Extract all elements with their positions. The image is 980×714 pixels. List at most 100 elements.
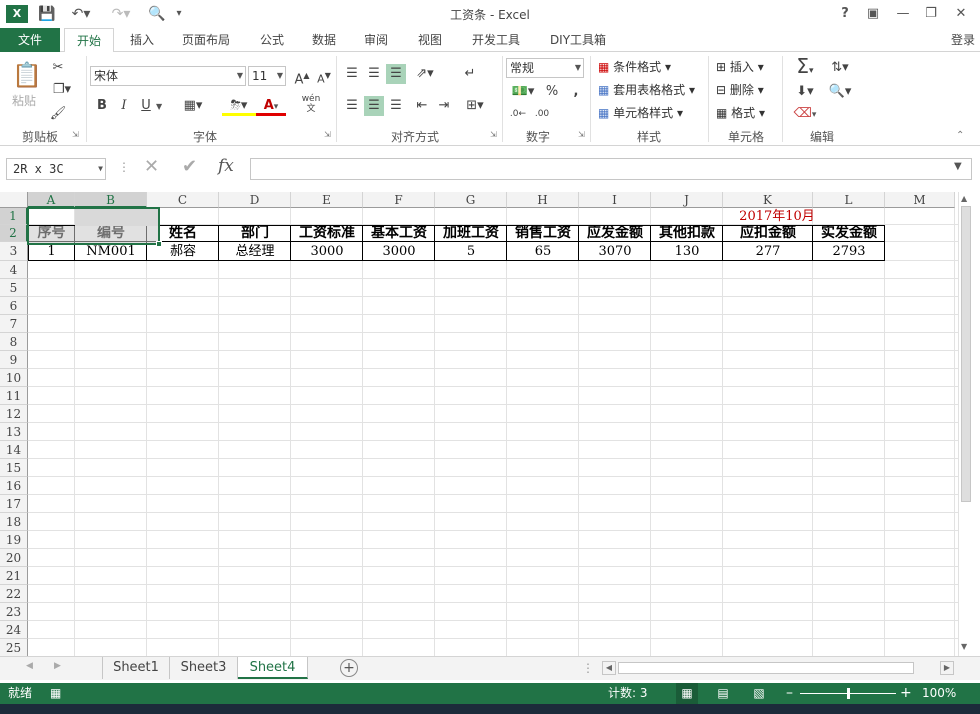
scroll-left-icon[interactable]: ◀ xyxy=(602,661,616,675)
find-select-icon[interactable]: 🔍▾ xyxy=(826,82,854,102)
cut-icon[interactable]: ✂ xyxy=(48,58,68,78)
clipboard-launcher-icon[interactable]: ⇲ xyxy=(72,130,79,139)
data-cell[interactable]: 3070 xyxy=(579,242,651,261)
bold-button[interactable]: B xyxy=(92,96,112,116)
macro-recording-icon[interactable]: ▦ xyxy=(50,683,61,704)
row-header-5[interactable]: 5 xyxy=(0,279,28,297)
align-middle-icon[interactable]: ☰ xyxy=(364,64,384,84)
column-header-g[interactable]: G xyxy=(435,192,507,208)
copy-icon[interactable]: ❐▾ xyxy=(48,80,76,100)
column-header-f[interactable]: F xyxy=(363,192,435,208)
data-cell[interactable]: 277 xyxy=(723,242,813,261)
row-header-3[interactable]: 3 xyxy=(0,242,28,261)
font-launcher-icon[interactable]: ⇲ xyxy=(324,130,331,139)
row-header-20[interactable]: 20 xyxy=(0,549,28,567)
fill-color-icon[interactable]: ⛈▾ xyxy=(222,96,256,116)
column-header-c[interactable]: C xyxy=(147,192,219,208)
cell-styles-button[interactable]: ▦ 单元格样式 ▾ xyxy=(598,104,683,122)
tab-file[interactable]: 文件 xyxy=(0,28,60,52)
row-header-10[interactable]: 10 xyxy=(0,369,28,387)
font-color-icon[interactable]: A▾ xyxy=(256,96,286,116)
column-header-b[interactable]: B xyxy=(75,192,147,208)
formula-input[interactable] xyxy=(250,158,972,180)
column-header-l[interactable]: L xyxy=(813,192,885,208)
scroll-right-icon[interactable]: ▶ xyxy=(940,661,954,675)
row-header-1[interactable]: 1 xyxy=(0,208,28,225)
merge-center-icon[interactable]: ⊞▾ xyxy=(460,96,490,116)
row-header-18[interactable]: 18 xyxy=(0,513,28,531)
tab-formulas[interactable]: 公式 xyxy=(252,28,292,52)
row-header-19[interactable]: 19 xyxy=(0,531,28,549)
borders-icon[interactable]: ▦▾ xyxy=(178,96,208,116)
tab-developer[interactable]: 开发工具 xyxy=(464,28,528,52)
column-header-d[interactable]: D xyxy=(219,192,291,208)
next-sheet-icon[interactable]: ▶ xyxy=(54,661,61,671)
row-header-23[interactable]: 23 xyxy=(0,603,28,621)
column-header-e[interactable]: E xyxy=(291,192,363,208)
row-header-21[interactable]: 21 xyxy=(0,567,28,585)
sheet-tab-sheet4[interactable]: Sheet4 xyxy=(238,657,308,679)
autosum-icon[interactable]: Σ▾ xyxy=(788,56,822,76)
align-left-icon[interactable]: ☰ xyxy=(342,96,362,116)
header-cell[interactable]: 实发金额 xyxy=(813,225,885,242)
font-size-combo[interactable]: 11 ▼ xyxy=(248,66,286,86)
font-name-combo[interactable]: 宋体 ▼ xyxy=(90,66,246,86)
previous-sheet-icon[interactable]: ◀ xyxy=(26,661,33,671)
enter-icon[interactable]: ✔ xyxy=(182,156,197,177)
italic-button[interactable]: I xyxy=(114,96,134,116)
restore-button[interactable]: ❐ xyxy=(914,0,948,28)
delete-cells-button[interactable]: ⊟ 删除 ▾ xyxy=(716,81,764,99)
horizontal-scroll-thumb[interactable] xyxy=(618,662,914,674)
paste-icon[interactable]: 📋 xyxy=(12,60,42,90)
column-header-j[interactable]: J xyxy=(651,192,723,208)
underline-button[interactable]: U xyxy=(136,96,156,116)
header-cell[interactable]: 应扣金额 xyxy=(723,225,813,242)
sheet-tab-sheet1[interactable]: Sheet1 xyxy=(102,657,170,679)
page-break-view-icon[interactable]: ▧ xyxy=(748,683,770,704)
number-launcher-icon[interactable]: ⇲ xyxy=(578,130,585,139)
expand-formula-bar-icon[interactable]: ▼ xyxy=(954,161,962,172)
row-header-22[interactable]: 22 xyxy=(0,585,28,603)
format-as-table-button[interactable]: ▦ 套用表格格式 ▾ xyxy=(598,81,695,99)
header-cell[interactable]: 应发金额 xyxy=(579,225,651,242)
align-right-icon[interactable]: ☰ xyxy=(386,96,406,116)
data-cell[interactable]: 总经理 xyxy=(219,242,291,261)
column-header-i[interactable]: I xyxy=(579,192,651,208)
wrap-text-icon[interactable]: ↵ xyxy=(460,64,480,84)
tab-view[interactable]: 视图 xyxy=(410,28,450,52)
header-cell[interactable]: 部门 xyxy=(219,225,291,242)
row-header-17[interactable]: 17 xyxy=(0,495,28,513)
alignment-launcher-icon[interactable]: ⇲ xyxy=(490,130,497,139)
header-cell[interactable]: 销售工资 xyxy=(507,225,579,242)
column-header-a[interactable]: A xyxy=(28,192,75,208)
column-header-m[interactable]: M xyxy=(885,192,955,208)
zoom-level[interactable]: 100% xyxy=(922,683,956,704)
conditional-formatting-button[interactable]: ▦ 条件格式 ▾ xyxy=(598,58,671,76)
header-cell[interactable]: 基本工资 xyxy=(363,225,435,242)
row-header-12[interactable]: 12 xyxy=(0,405,28,423)
scroll-down-icon[interactable]: ▼ xyxy=(961,642,967,651)
sort-filter-icon[interactable]: ⇅▾ xyxy=(826,58,854,78)
increase-font-size-icon[interactable]: A▲ xyxy=(292,66,312,87)
data-cell[interactable]: 3000 xyxy=(291,242,363,261)
row-header-9[interactable]: 9 xyxy=(0,351,28,369)
scroll-up-icon[interactable]: ▲ xyxy=(961,194,967,203)
decrease-font-size-icon[interactable]: A▼ xyxy=(314,66,334,86)
column-header-k[interactable]: K xyxy=(723,192,813,208)
row-header-13[interactable]: 13 xyxy=(0,423,28,441)
data-cell[interactable]: 3000 xyxy=(363,242,435,261)
increase-decimal-icon[interactable]: .0← xyxy=(508,104,528,124)
collapse-ribbon-icon[interactable]: ⌃ xyxy=(956,130,964,141)
row-header-4[interactable]: 4 xyxy=(0,261,28,279)
paste-button[interactable]: 粘贴 xyxy=(12,92,36,110)
tab-insert[interactable]: 插入 xyxy=(120,28,164,52)
data-cell[interactable]: 130 xyxy=(651,242,723,261)
row-header-2[interactable]: 2 xyxy=(0,225,28,242)
tab-home[interactable]: 开始 xyxy=(64,28,114,53)
align-top-icon[interactable]: ☰ xyxy=(342,64,362,84)
number-format-combo[interactable]: 常规 ▼ xyxy=(506,58,584,78)
fill-handle[interactable] xyxy=(156,241,162,247)
fill-icon[interactable]: ⬇▾ xyxy=(790,82,820,102)
name-box[interactable]: 2R x 3C ▼ xyxy=(6,158,106,180)
row-header-16[interactable]: 16 xyxy=(0,477,28,495)
